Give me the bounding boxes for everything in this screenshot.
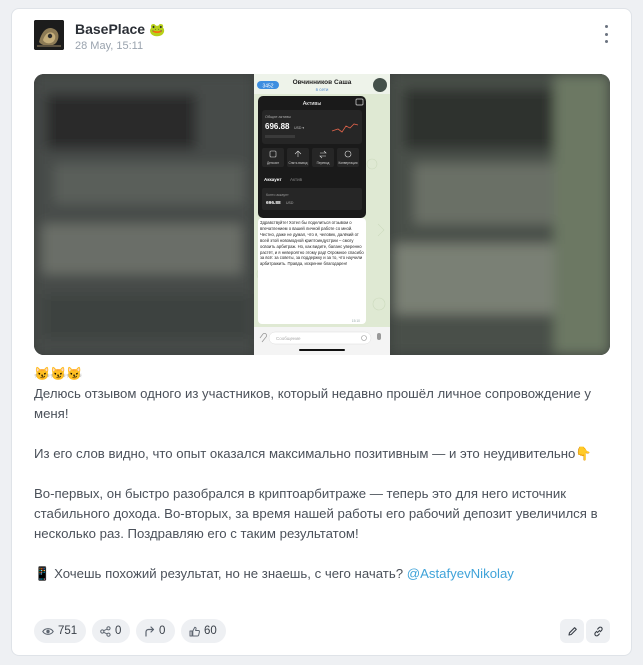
reposts-count: 0 [159,625,166,637]
post-footer: 751 0 0 60 [34,619,610,643]
frog-badge-icon: 🐸 [148,22,166,37]
shares-count: 0 [115,625,122,637]
account-value: 696.88 [266,200,281,206]
author-avatar[interactable] [34,20,64,50]
author-name[interactable]: BasePlace 🐸 [75,21,165,38]
account-currency: USD [286,201,294,205]
more-options-button[interactable] [598,23,614,45]
paragraph-1: Делюсь отзывом одного из участников, кот… [34,386,592,421]
paragraph-2: Из его слов видно, что опыт оказался мак… [34,444,609,464]
pointing-down-icon: 👇 [575,446,592,461]
mention-link[interactable]: @AstafyevNikolay [407,566,514,581]
contact-status: в сети [316,87,329,92]
paragraph-3: Во-первых, он быстро разобрался в крипто… [34,486,598,541]
balance-label: Общие активы [265,115,291,119]
cat-emojis: 😼😼😼 [34,366,83,381]
action-convert: Конвертация [338,161,357,165]
link-icon [593,626,603,636]
repost-button[interactable]: 0 [136,619,175,643]
post-text: 😼😼😼 Делюсь отзывом одного из участников,… [34,364,609,584]
post-card: BasePlace 🐸 28 May, 15:11 3452 Овчиннико… [11,8,632,656]
app-title: Активы [303,101,322,107]
like-button[interactable]: 60 [181,619,226,643]
message-time: 15:10 [352,319,360,323]
kebab-icon [604,40,608,43]
account-label: Конто аккаунт [266,193,289,197]
views-counter[interactable]: 751 [34,619,86,643]
tab-account: Аккаунт [264,177,282,182]
share-button[interactable]: 0 [92,619,130,643]
phone-screenshot: 3452 Овчинников Саша в сети Активы Общие… [254,74,390,355]
repost-icon [145,625,155,637]
post-image[interactable]: 3452 Овчинников Саша в сети Активы Общие… [34,74,610,355]
paragraph-2-text: Из его слов видно, что опыт оказался мак… [34,446,576,461]
edit-button[interactable] [560,619,584,643]
action-withdraw: Снять вывод [289,161,308,165]
tab-asset: Актив [290,177,303,182]
share-icon [100,625,111,637]
contact-name: Овчинников Саша [293,79,352,86]
action-deposit: Депозит [267,161,280,165]
paragraph-4-text: Хочешь похожий результат, но не знаешь, … [50,566,407,581]
phone-icon: 📱 [34,566,51,581]
eye-icon [42,627,54,635]
likes-count: 60 [204,625,217,637]
review-message: Здравствуйте! Хотел бы поделиться отзыво… [260,220,364,267]
views-count: 751 [58,625,78,637]
kebab-icon [604,32,608,36]
copy-link-button[interactable] [586,619,610,643]
action-transfer: Перевод [317,161,330,165]
balance-currency: USD ▾ [294,126,304,130]
back-badge: 3452 [262,84,273,90]
paragraph-4: 📱 Хочешь похожий результат, но не знаешь… [34,564,609,584]
thumbs-up-icon [189,626,200,636]
balance-value: 696.88 [265,122,290,131]
message-input-placeholder: Сообщение [276,336,301,341]
author-name-text[interactable]: BasePlace [75,21,145,37]
post-date: 28 May, 15:11 [75,40,144,52]
kebab-icon [604,25,608,28]
pencil-icon [567,626,577,636]
